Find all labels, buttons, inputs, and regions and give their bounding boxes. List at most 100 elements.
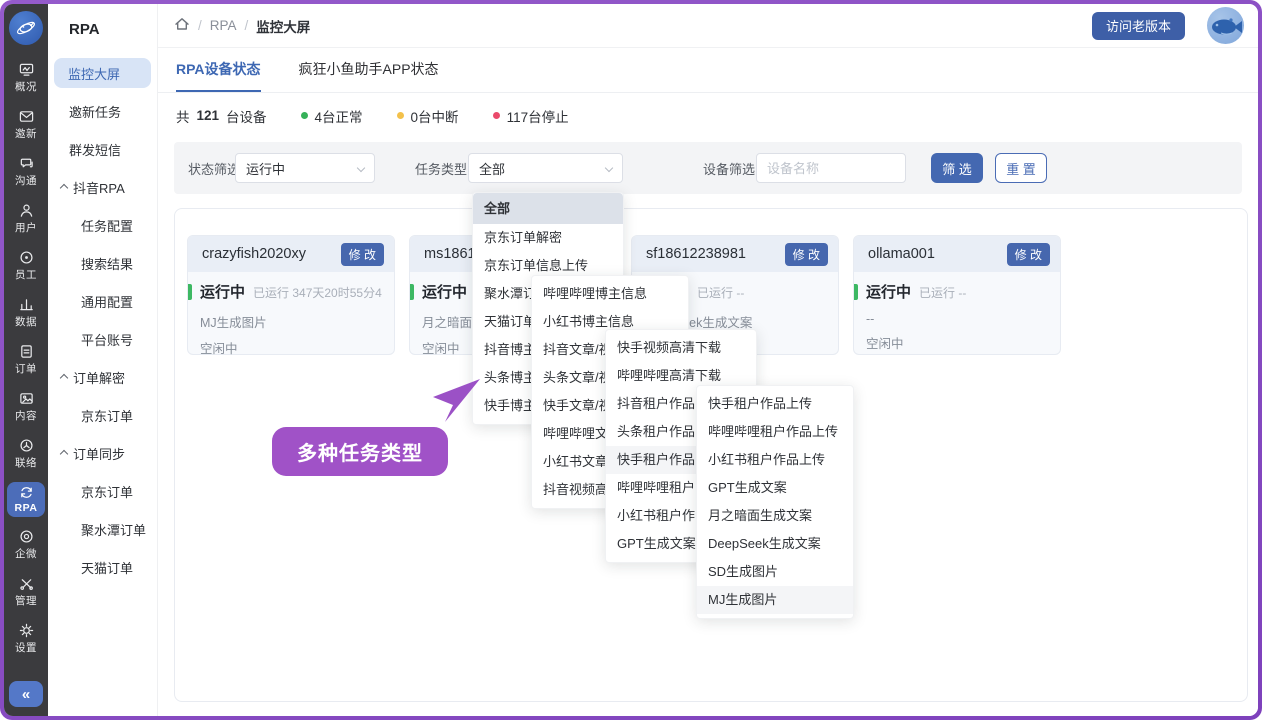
task-type-option[interactable]: 京东订单解密 bbox=[473, 224, 623, 252]
device-runtime: 已运行 -- bbox=[919, 284, 966, 301]
edit-device-button[interactable]: 修 改 bbox=[341, 243, 384, 266]
stat-total-suffix: 台设备 bbox=[226, 106, 267, 126]
manage-icon bbox=[19, 576, 34, 592]
task-type-option[interactable]: 快手视频高清下载 bbox=[606, 334, 756, 362]
annotation-task-types: 多种任务类型 bbox=[272, 427, 448, 476]
stat-total-count: 121 bbox=[197, 108, 220, 123]
rail-item-label: 订单 bbox=[15, 361, 37, 376]
status-filter-select[interactable]: 运行中 bbox=[235, 153, 375, 183]
filter-bar: 状态筛选 运行中 任务类型 全部 设备筛选 筛 选 重 置 bbox=[174, 142, 1242, 194]
rail-item-contact[interactable]: 联络 bbox=[7, 435, 45, 473]
sidebar-group-douyin-rpa[interactable]: 抖音RPA bbox=[48, 168, 157, 206]
user-icon bbox=[19, 203, 34, 219]
device-card-body: 运行中已运行 347天20时55分44秒 MJ生成图片 空闲中 bbox=[188, 272, 394, 357]
device-status: 运行中 bbox=[866, 281, 911, 302]
rail-item-manage[interactable]: 管理 bbox=[7, 573, 45, 611]
home-icon[interactable] bbox=[174, 16, 190, 35]
rail-item-label: 员工 bbox=[15, 267, 37, 282]
sidebar-item-jushuitan-orders[interactable]: 聚水潭订单 bbox=[48, 510, 157, 548]
rail-item-order[interactable]: 订单 bbox=[7, 341, 45, 379]
task-type-option[interactable]: DeepSeek生成文案 bbox=[697, 530, 853, 558]
stat-normal-label: 4台正常 bbox=[315, 106, 363, 126]
sidebar-group-label: 订单解密 bbox=[73, 368, 125, 387]
device-idle-status: 空闲中 bbox=[866, 333, 1048, 352]
sidebar-item-jd-orders[interactable]: 京东订单 bbox=[48, 396, 157, 434]
breadcrumb-separator: / bbox=[245, 18, 249, 33]
rail-item-overview[interactable]: 概况 bbox=[7, 59, 45, 97]
rail-item-label: 设置 bbox=[15, 640, 37, 655]
rail-item-settings[interactable]: 设置 bbox=[7, 620, 45, 658]
sidebar-item-jd-orders-sync[interactable]: 京东订单 bbox=[48, 472, 157, 510]
rail-item-label: 企微 bbox=[15, 546, 37, 561]
device-card: ollama001 修 改 运行中已运行 -- -- 空闲中 bbox=[853, 235, 1061, 355]
avatar[interactable] bbox=[1207, 7, 1244, 44]
rail-item-staff[interactable]: 员工 bbox=[7, 247, 45, 285]
device-name: ms1861 bbox=[424, 246, 476, 262]
device-card-header: sf18612238981 修 改 bbox=[632, 236, 838, 272]
wecom-icon bbox=[19, 529, 34, 545]
stat-total-devices: 共121台设备 bbox=[176, 106, 267, 126]
task-type-option[interactable]: SD生成图片 bbox=[697, 558, 853, 586]
filter-button[interactable]: 筛 选 bbox=[931, 153, 983, 183]
reset-button[interactable]: 重 置 bbox=[995, 153, 1047, 183]
rail-item-invite[interactable]: 邀新 bbox=[7, 106, 45, 144]
status-filter-value: 运行中 bbox=[246, 159, 285, 178]
red-dot-icon bbox=[493, 112, 500, 119]
staff-icon bbox=[19, 250, 34, 266]
sidebar-group-order-decrypt[interactable]: 订单解密 bbox=[48, 358, 157, 396]
stat-normal: 4台正常 bbox=[301, 106, 363, 126]
collapse-sidebar-button[interactable]: « bbox=[9, 681, 43, 707]
task-type-option[interactable]: GPT生成文案 bbox=[697, 474, 853, 502]
sidebar-group-order-sync[interactable]: 订单同步 bbox=[48, 434, 157, 472]
topbar-right: 访问老版本 bbox=[1092, 7, 1244, 44]
stat-interrupted-label: 0台中断 bbox=[411, 106, 459, 126]
task-type-option[interactable]: 快手租户作品上传 bbox=[697, 390, 853, 418]
device-name: sf18612238981 bbox=[646, 246, 746, 262]
rail-item-content[interactable]: 内容 bbox=[7, 388, 45, 426]
overview-icon bbox=[19, 62, 34, 78]
sidebar-title: RPA bbox=[48, 17, 157, 54]
topbar: / RPA / 监控大屏 访问老版本 bbox=[158, 4, 1258, 48]
rail-item-label: 管理 bbox=[15, 593, 37, 608]
device-name: ollama001 bbox=[868, 246, 935, 262]
sidebar-item-invite-tasks[interactable]: 邀新任务 bbox=[48, 92, 157, 130]
breadcrumb-rpa[interactable]: RPA bbox=[210, 18, 237, 33]
chevron-up-icon bbox=[60, 184, 68, 192]
visit-old-version-button[interactable]: 访问老版本 bbox=[1092, 12, 1185, 40]
sidebar-item-tmall-orders[interactable]: 天猫订单 bbox=[48, 548, 157, 586]
contact-icon bbox=[19, 438, 34, 454]
rail-item-chat[interactable]: 沟通 bbox=[7, 153, 45, 191]
sidebar-item-platform-accounts[interactable]: 平台账号 bbox=[48, 320, 157, 358]
task-type-option[interactable]: MJ生成图片 bbox=[697, 586, 853, 614]
sidebar-item-general-config[interactable]: 通用配置 bbox=[48, 282, 157, 320]
tab-app-status[interactable]: 疯狂小鱼助手APP状态 bbox=[299, 48, 439, 92]
edit-device-button[interactable]: 修 改 bbox=[785, 243, 828, 266]
rail-item-wecom[interactable]: 企微 bbox=[7, 526, 45, 564]
task-type-option[interactable]: 月之暗面生成文案 bbox=[697, 502, 853, 530]
sidebar-item-search-results[interactable]: 搜索结果 bbox=[48, 244, 157, 282]
chevron-up-icon bbox=[60, 450, 68, 458]
sidebar-item-task-config[interactable]: 任务配置 bbox=[48, 206, 157, 244]
device-task: MJ生成图片 bbox=[200, 312, 382, 331]
device-name-input[interactable] bbox=[756, 153, 906, 183]
sidebar-item-group-sms[interactable]: 群发短信 bbox=[48, 130, 157, 168]
tabs: RPA设备状态 疯狂小鱼助手APP状态 bbox=[158, 48, 1258, 93]
edit-device-button[interactable]: 修 改 bbox=[1007, 243, 1050, 266]
fish-logo-icon bbox=[14, 16, 38, 40]
breadcrumb: / RPA / 监控大屏 bbox=[174, 16, 310, 36]
rail-item-label: 邀新 bbox=[15, 126, 37, 141]
task-type-option[interactable]: 哔哩哔哩博主信息 bbox=[532, 280, 688, 308]
rail-item-data[interactable]: 数据 bbox=[7, 294, 45, 332]
tab-rpa-device-status[interactable]: RPA设备状态 bbox=[176, 48, 261, 92]
device-status: 运行中 bbox=[422, 281, 467, 302]
chevron-up-icon bbox=[60, 374, 68, 382]
task-type-option[interactable]: 全部 bbox=[473, 193, 623, 224]
sidebar-item-monitor-screen[interactable]: 监控大屏 bbox=[54, 58, 151, 88]
task-type-filter-select[interactable]: 全部 bbox=[468, 153, 623, 183]
task-type-option[interactable]: 小红书租户作品上传 bbox=[697, 446, 853, 474]
rail-item-label: 概况 bbox=[15, 79, 37, 94]
rail-item-rpa[interactable]: RPA bbox=[7, 482, 45, 517]
app-logo[interactable] bbox=[9, 11, 43, 45]
task-type-option[interactable]: 哔哩哔哩租户作品上传 bbox=[697, 418, 853, 446]
rail-item-user[interactable]: 用户 bbox=[7, 200, 45, 238]
